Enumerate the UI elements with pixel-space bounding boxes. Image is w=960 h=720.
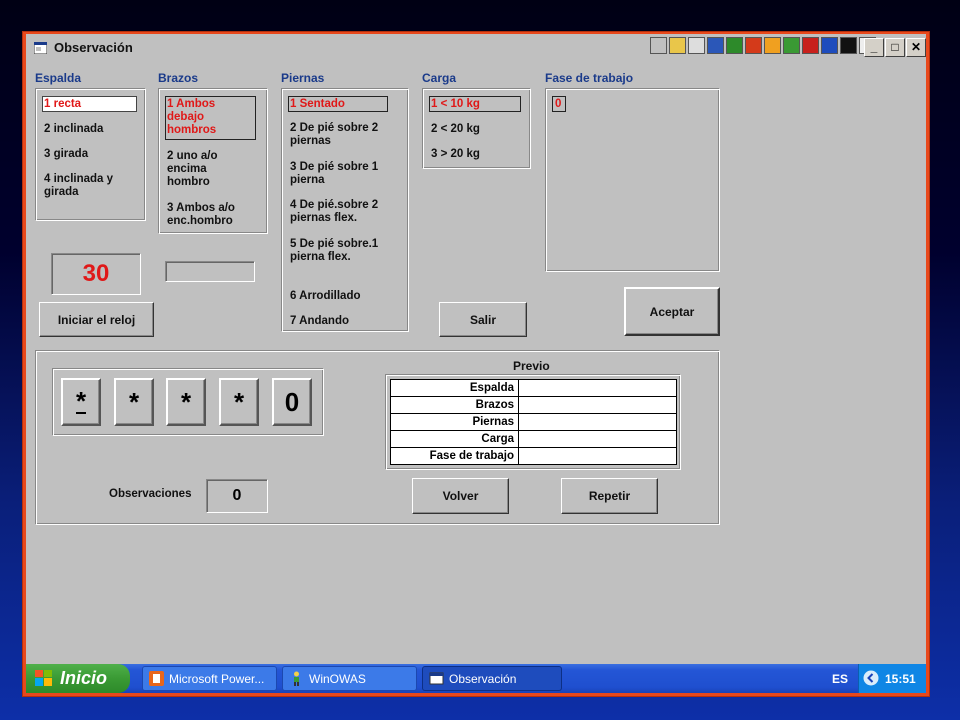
piernas-label: Piernas [281,71,325,85]
fase-group [545,88,720,272]
excel-icon[interactable] [726,37,743,54]
previo-value [518,396,677,414]
app-window-icon [34,42,47,54]
toolbar-app-icon-2[interactable] [669,37,686,54]
piernas-option-3[interactable]: 3 De pié sobre 1 pierna [290,161,390,187]
code-digit-2[interactable]: * [114,378,154,426]
start-clock-button[interactable]: Iniciar el reloj [39,302,154,337]
minimize-button[interactable]: _ [864,38,884,57]
brazos-option-3[interactable]: 3 Ambos a/o enc.hombro [167,202,257,228]
piernas-option-1[interactable]: 1 Sentado [290,98,345,111]
previo-value [518,430,677,448]
fase-value[interactable]: 0 [555,98,561,111]
previo-value [518,447,677,465]
carga-option-2[interactable]: 2 < 20 kg [431,123,480,136]
quick-launch-icons [650,37,878,55]
espalda-option-2[interactable]: 2 inclinada [44,123,103,136]
repeat-button[interactable]: Repetir [561,478,658,514]
carga-option-1[interactable]: 1 < 10 kg [431,98,480,111]
accept-button[interactable]: Aceptar [624,287,720,336]
start-label: Inicio [60,668,108,688]
observaciones-count: 0 [206,479,268,513]
toolbar-app-icon-10[interactable] [821,37,838,54]
toolbar-app-icon-3[interactable] [688,37,705,54]
taskbar-item-observacion[interactable]: Observación [422,666,562,691]
previo-value [518,413,677,431]
piernas-option-6[interactable]: 6 Arrodillado [290,290,361,303]
previo-key: Brazos [390,396,519,414]
exit-button[interactable]: Salir [439,302,527,337]
code-digit-5[interactable]: 0 [272,378,312,426]
toolbar-app-icon-11[interactable] [840,37,857,54]
espalda-option-4[interactable]: 4 inclinada y girada [44,173,136,199]
close-button[interactable]: ✕ [906,38,926,57]
winowas-figure-icon [294,671,299,686]
table-row: Piernas [390,413,677,431]
title-bar[interactable]: Observación _ □ ✕ [26,34,926,62]
taskbar-item-winowas[interactable]: WinOWAS [282,666,417,691]
espalda-option-3[interactable]: 3 girada [44,148,88,161]
observaciones-label: Observaciones [109,488,192,500]
taskbar: Inicio Microsoft Power... WinOWAS Observ… [26,664,926,693]
previo-key: Fase de trabajo [390,447,519,465]
powerpoint-icon [149,671,164,686]
previo-title: Previo [513,359,550,373]
progress-field [165,261,255,282]
taskbar-item-label: WinOWAS [309,671,366,686]
espalda-label: Espalda [35,71,82,85]
start-button[interactable]: Inicio [26,664,130,693]
back-button[interactable]: Volver [412,478,509,514]
taskbar-item-label: Observación [449,671,517,686]
timer-display: 30 [51,253,141,295]
window-title: Observación [54,40,133,55]
clock[interactable]: 15:51 [885,672,916,686]
maximize-button[interactable]: □ [885,38,905,57]
espalda-option-1[interactable]: 1 recta [44,98,81,111]
taskbar-item-powerpoint[interactable]: Microsoft Power... [142,666,277,691]
windows-flag-icon [35,670,52,686]
table-row: Brazos [390,396,677,414]
acrobat-icon[interactable] [802,37,819,54]
previo-key: Carga [390,430,519,448]
table-row: Carga [390,430,677,448]
fase-label: Fase de trabajo [545,71,634,85]
carga-option-3[interactable]: 3 > 20 kg [431,148,480,161]
code-digit-4[interactable]: * [219,378,259,426]
table-row: Fase de trabajo [390,447,677,465]
toolbar-app-icon-7[interactable] [764,37,781,54]
piernas-option-4[interactable]: 4 De pié.sobre 2 piernas flex. [290,199,390,225]
code-digit-1-text: * [75,386,87,416]
carga-label: Carga [422,71,457,85]
code-digit-1[interactable]: * [61,378,101,426]
system-tray: 15:51 [858,664,926,693]
chevron-left-icon[interactable] [863,670,879,686]
piernas-option-7[interactable]: 7 Andando [290,315,349,328]
language-indicator[interactable]: ES [832,672,848,686]
powerpoint-icon[interactable] [745,37,762,54]
previo-value [518,379,677,397]
toolbar-app-icon-1[interactable] [650,37,667,54]
table-row: Espalda [390,379,677,397]
previo-table: Espalda Brazos Piernas Carga Fase de tra… [390,379,677,465]
window-icon [429,672,444,685]
previo-key: Espalda [390,379,519,397]
toolbar-app-icon-8[interactable] [783,37,800,54]
brazos-option-1[interactable]: 1 Ambos debajo hombros [167,98,247,137]
piernas-option-2[interactable]: 2 De pié sobre 2 piernas [290,122,390,148]
code-digit-3[interactable]: * [166,378,206,426]
brazos-label: Brazos [158,71,199,85]
piernas-option-5[interactable]: 5 De pié sobre.1 pierna flex. [290,238,390,264]
brazos-option-2[interactable]: 2 uno a/o encima hombro [167,150,245,189]
word-icon[interactable] [707,37,724,54]
previo-key: Piernas [390,413,519,431]
taskbar-item-label: Microsoft Power... [169,671,265,686]
